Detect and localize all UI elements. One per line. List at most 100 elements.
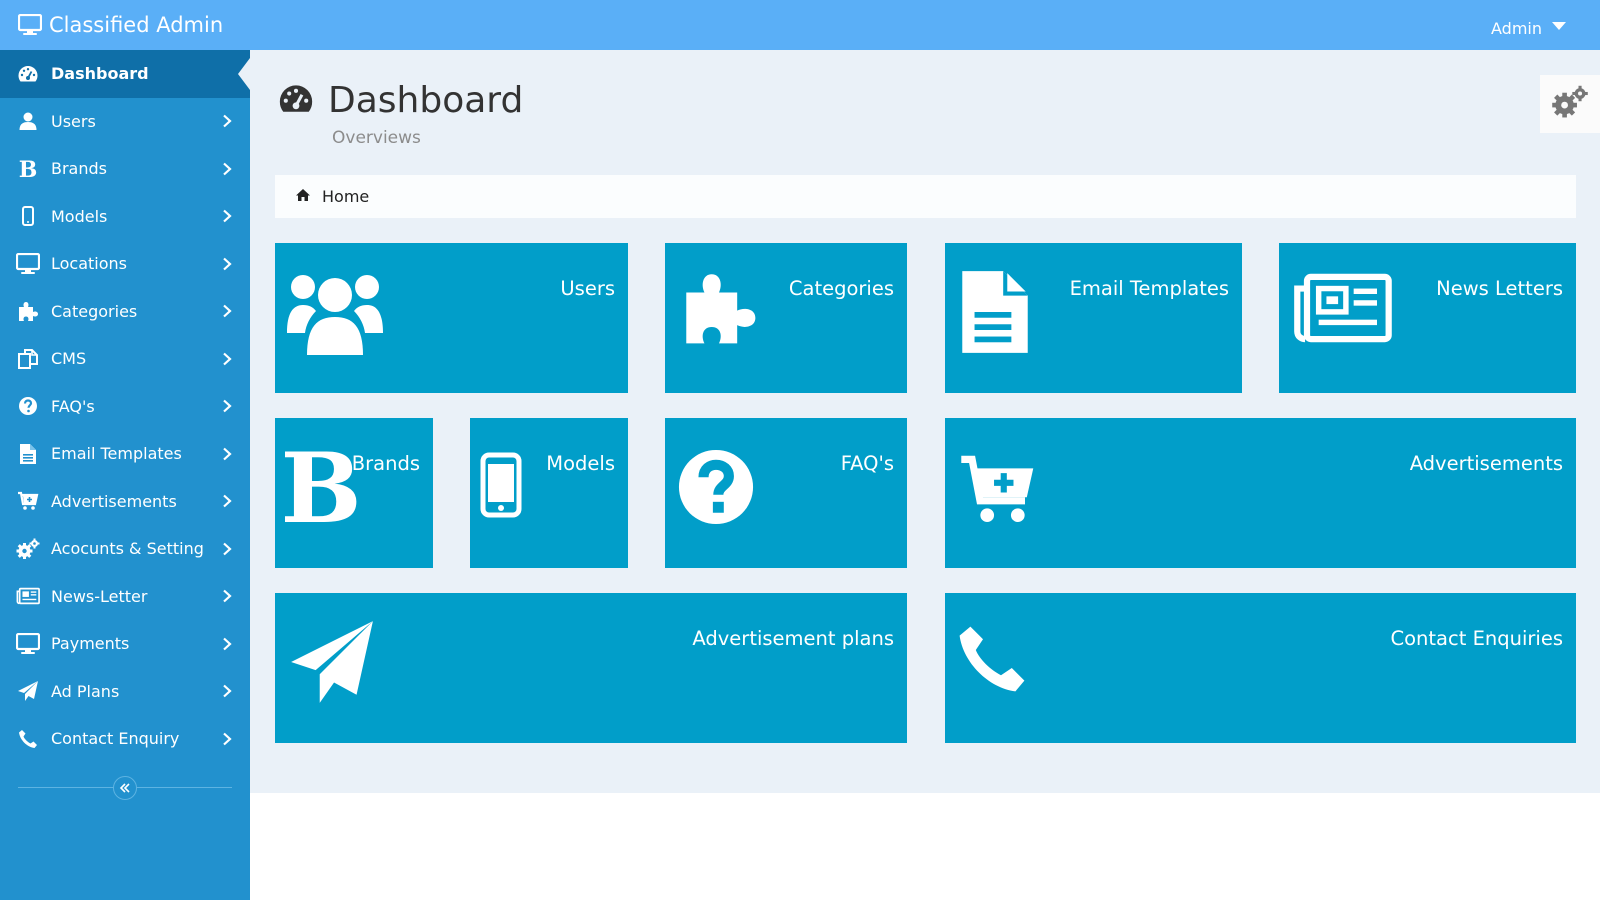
sidebar-item-news-letter[interactable]: News-Letter <box>0 573 250 621</box>
monitor-icon <box>16 252 40 276</box>
sidebar-item-payments[interactable]: Payments <box>0 620 250 668</box>
page-title: Dashboard <box>328 80 524 121</box>
tile-label: Models <box>546 452 615 475</box>
chevron-right-icon <box>212 114 242 128</box>
sidebar-item-email-templates[interactable]: Email Templates <box>0 430 250 478</box>
brand-b-icon: B <box>283 444 359 530</box>
sidebar-item-advertisements[interactable]: Advertisements <box>0 478 250 526</box>
sidebar-item-label: News-Letter <box>51 586 148 606</box>
newspaper-icon <box>16 584 40 608</box>
sidebar-item-label: Models <box>51 206 108 226</box>
sidebar-item-accounts-setting[interactable]: Acocunts & Setting <box>0 525 250 573</box>
puzzle-icon <box>16 299 40 323</box>
sidebar-item-label: Email Templates <box>51 444 182 464</box>
home-icon <box>295 187 311 206</box>
question-icon <box>16 394 40 418</box>
paper-plane-icon <box>291 621 373 703</box>
sidebar-item-label: Advertisements <box>51 491 177 511</box>
chevron-right-icon <box>212 684 242 698</box>
sidebar-item-cms[interactable]: CMS <box>0 335 250 383</box>
main-content: Dashboard Overviews Home Users Categorie… <box>250 50 1600 793</box>
chevron-right-icon <box>212 732 242 746</box>
chevron-right-icon <box>212 257 242 271</box>
sidebar-item-users[interactable]: Users <box>0 98 250 146</box>
file-text-icon <box>962 271 1028 353</box>
gears-icon <box>16 537 40 561</box>
tile-brands[interactable]: B Brands <box>275 418 433 568</box>
double-chevron-left-icon <box>119 778 131 797</box>
cart-plus-icon <box>16 489 40 513</box>
sidebar-item-dashboard[interactable]: Dashboard <box>0 50 250 98</box>
tile-label: Advertisement plans <box>692 627 894 650</box>
sidebar-item-ad-plans[interactable]: Ad Plans <box>0 668 250 716</box>
user-name: Admin <box>1491 18 1542 38</box>
sidebar-item-categories[interactable]: Categories <box>0 288 250 336</box>
files-icon <box>16 347 40 371</box>
gears-icon <box>1551 85 1589 123</box>
tile-contact-enquiries[interactable]: Contact Enquiries <box>945 593 1576 743</box>
phone-icon <box>959 626 1025 692</box>
tile-faqs[interactable]: FAQ's <box>665 418 907 568</box>
phone-icon <box>16 727 40 751</box>
page-header: Dashboard <box>276 80 523 121</box>
chevron-right-icon <box>212 209 242 223</box>
tile-email-templates[interactable]: Email Templates <box>945 243 1242 393</box>
brand-b-icon: B <box>16 157 40 181</box>
mobile-icon <box>16 204 40 228</box>
sidebar-item-faqs[interactable]: FAQ's <box>0 383 250 431</box>
chevron-right-icon <box>212 542 242 556</box>
users-group-icon <box>287 275 383 355</box>
tile-categories[interactable]: Categories <box>665 243 907 393</box>
user-menu[interactable]: Admin <box>1491 0 1566 50</box>
puzzle-icon <box>686 274 756 344</box>
newspaper-icon <box>1294 273 1392 343</box>
sidebar-item-label: Ad Plans <box>51 681 120 701</box>
tile-label: Advertisements <box>1409 452 1563 475</box>
sidebar-item-label: FAQ's <box>51 396 95 416</box>
dashboard-icon <box>16 62 40 86</box>
app-title: Classified Admin <box>49 13 224 37</box>
tile-label: Brands <box>351 452 420 475</box>
chevron-right-icon <box>212 637 242 651</box>
settings-button[interactable] <box>1540 75 1600 133</box>
tile-label: News Letters <box>1436 277 1563 300</box>
tile-advertisement-plans[interactable]: Advertisement plans <box>275 593 907 743</box>
tile-users[interactable]: Users <box>275 243 628 393</box>
tile-news-letters[interactable]: News Letters <box>1279 243 1576 393</box>
chevron-right-icon <box>212 447 242 461</box>
sidebar-item-label: Categories <box>51 301 138 321</box>
sidebar-collapse-row <box>0 769 250 809</box>
sidebar-item-locations[interactable]: Locations <box>0 240 250 288</box>
tile-label: FAQ's <box>840 452 894 475</box>
mobile-icon <box>480 452 522 518</box>
app-brand[interactable]: Classified Admin <box>18 0 223 50</box>
tile-label: Email Templates <box>1069 277 1229 300</box>
svg-text:B: B <box>283 444 359 530</box>
breadcrumb-home-link[interactable]: Home <box>322 187 369 206</box>
chevron-right-icon <box>212 494 242 508</box>
sidebar-item-contact-enquiry[interactable]: Contact Enquiry <box>0 715 250 763</box>
question-icon <box>678 449 754 525</box>
sidebar-item-label: Acocunts & Setting <box>51 539 204 559</box>
tile-models[interactable]: Models <box>470 418 628 568</box>
caret-down-icon <box>1552 22 1566 30</box>
cart-plus-icon <box>961 455 1034 523</box>
sidebar-item-label: Users <box>51 111 96 131</box>
chevron-right-icon <box>212 589 242 603</box>
monitor-icon <box>16 632 40 656</box>
tile-advertisements[interactable]: Advertisements <box>945 418 1576 568</box>
sidebar-item-label: Brands <box>51 159 107 179</box>
sidebar-collapse-button[interactable] <box>113 775 137 800</box>
chevron-right-icon <box>212 352 242 366</box>
monitor-icon <box>18 14 42 36</box>
sidebar: Dashboard Users B Brands Models Location… <box>0 50 250 900</box>
sidebar-item-brands[interactable]: B Brands <box>0 145 250 193</box>
sidebar-item-label: Dashboard <box>51 64 149 84</box>
top-bar: Classified Admin Admin <box>0 0 1600 50</box>
sidebar-item-models[interactable]: Models <box>0 193 250 241</box>
sidebar-item-label: Contact Enquiry <box>51 729 180 749</box>
chevron-right-icon <box>212 399 242 413</box>
tile-label: Users <box>560 277 615 300</box>
tile-label: Contact Enquiries <box>1390 627 1564 650</box>
file-text-icon <box>16 442 40 466</box>
